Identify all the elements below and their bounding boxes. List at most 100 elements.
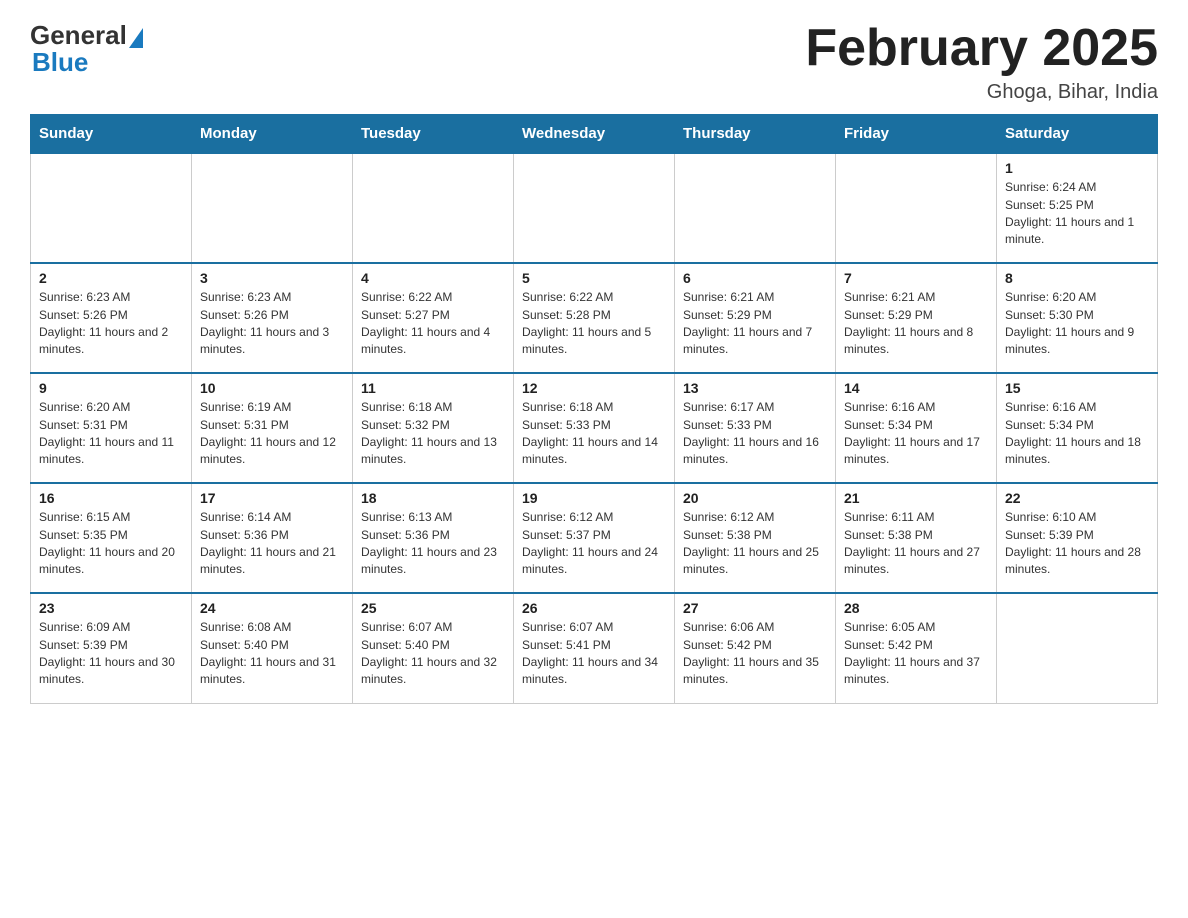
- day-info: Sunrise: 6:14 AM Sunset: 5:36 PM Dayligh…: [200, 509, 344, 579]
- header-thursday: Thursday: [675, 115, 836, 154]
- day-number: 15: [1005, 380, 1149, 396]
- day-info: Sunrise: 6:20 AM Sunset: 5:30 PM Dayligh…: [1005, 289, 1149, 359]
- table-row: 10 Sunrise: 6:19 AM Sunset: 5:31 PM Dayli…: [192, 373, 353, 483]
- table-row: 21 Sunrise: 6:11 AM Sunset: 5:38 PM Dayli…: [836, 483, 997, 593]
- table-row: 20Sunrise: 6:12 AM Sunset: 5:38 PM Dayli…: [675, 483, 836, 593]
- day-info: Sunrise: 6:17 AM Sunset: 5:33 PM Dayligh…: [683, 399, 827, 469]
- day-info: Sunrise: 6:16 AM Sunset: 5:34 PM Dayligh…: [1005, 399, 1149, 469]
- calendar-week-row: 2 Sunrise: 6:23 AM Sunset: 5:26 PM Daylig…: [31, 263, 1158, 373]
- day-info: Sunrise: 6:18 AM Sunset: 5:32 PM Dayligh…: [361, 399, 505, 469]
- location-label: Ghoga, Bihar, India: [805, 81, 1158, 104]
- day-number: 4: [361, 270, 505, 286]
- table-row: 8Sunrise: 6:20 AM Sunset: 5:30 PM Daylig…: [997, 263, 1158, 373]
- day-info: Sunrise: 6:21 AM Sunset: 5:29 PM Dayligh…: [683, 289, 827, 359]
- day-info: Sunrise: 6:22 AM Sunset: 5:28 PM Dayligh…: [522, 289, 666, 359]
- day-number: 2: [39, 270, 183, 286]
- table-row: [31, 153, 192, 263]
- day-info: Sunrise: 6:07 AM Sunset: 5:41 PM Dayligh…: [522, 619, 666, 689]
- table-row: 28 Sunrise: 6:05 AM Sunset: 5:42 PM Dayli…: [836, 593, 997, 703]
- day-number: 5: [522, 270, 666, 286]
- day-info: Sunrise: 6:15 AM Sunset: 5:35 PM Dayligh…: [39, 509, 183, 579]
- table-row: 17 Sunrise: 6:14 AM Sunset: 5:36 PM Dayli…: [192, 483, 353, 593]
- day-info: Sunrise: 6:22 AM Sunset: 5:27 PM Dayligh…: [361, 289, 505, 359]
- day-info: Sunrise: 6:06 AM Sunset: 5:42 PM Dayligh…: [683, 619, 827, 689]
- logo-blue-text: Blue: [30, 47, 88, 78]
- day-number: 17: [200, 490, 344, 506]
- title-area: February 2025 Ghoga, Bihar, India: [805, 20, 1158, 104]
- table-row: 11 Sunrise: 6:18 AM Sunset: 5:32 PM Dayli…: [353, 373, 514, 483]
- logo: General Blue: [30, 20, 143, 78]
- table-row: [192, 153, 353, 263]
- table-row: 24 Sunrise: 6:08 AM Sunset: 5:40 PM Dayli…: [192, 593, 353, 703]
- table-row: [675, 153, 836, 263]
- day-number: 7: [844, 270, 988, 286]
- day-info: Sunrise: 6:07 AM Sunset: 5:40 PM Dayligh…: [361, 619, 505, 689]
- table-row: 13 Sunrise: 6:17 AM Sunset: 5:33 PM Dayli…: [675, 373, 836, 483]
- table-row: 16Sunrise: 6:15 AM Sunset: 5:35 PM Dayli…: [31, 483, 192, 593]
- table-row: 23 Sunrise: 6:09 AM Sunset: 5:39 PM Dayli…: [31, 593, 192, 703]
- day-number: 18: [361, 490, 505, 506]
- calendar-week-row: 23 Sunrise: 6:09 AM Sunset: 5:39 PM Dayli…: [31, 593, 1158, 703]
- day-info: Sunrise: 6:08 AM Sunset: 5:40 PM Dayligh…: [200, 619, 344, 689]
- table-row: 15 Sunrise: 6:16 AM Sunset: 5:34 PM Dayli…: [997, 373, 1158, 483]
- day-info: Sunrise: 6:11 AM Sunset: 5:38 PM Dayligh…: [844, 509, 988, 579]
- header-wednesday: Wednesday: [514, 115, 675, 154]
- day-info: Sunrise: 6:18 AM Sunset: 5:33 PM Dayligh…: [522, 399, 666, 469]
- day-number: 13: [683, 380, 827, 396]
- table-row: 25 Sunrise: 6:07 AM Sunset: 5:40 PM Dayli…: [353, 593, 514, 703]
- calendar-title: February 2025: [805, 20, 1158, 77]
- table-row: 4 Sunrise: 6:22 AM Sunset: 5:27 PM Daylig…: [353, 263, 514, 373]
- day-number: 22: [1005, 490, 1149, 506]
- day-number: 26: [522, 600, 666, 616]
- header-sunday: Sunday: [31, 115, 192, 154]
- table-row: [997, 593, 1158, 703]
- table-row: 6 Sunrise: 6:21 AM Sunset: 5:29 PM Daylig…: [675, 263, 836, 373]
- header-friday: Friday: [836, 115, 997, 154]
- day-number: 24: [200, 600, 344, 616]
- day-info: Sunrise: 6:12 AM Sunset: 5:38 PM Dayligh…: [683, 509, 827, 579]
- day-number: 6: [683, 270, 827, 286]
- table-row: 19 Sunrise: 6:12 AM Sunset: 5:37 PM Dayli…: [514, 483, 675, 593]
- day-number: 11: [361, 380, 505, 396]
- table-row: 26 Sunrise: 6:07 AM Sunset: 5:41 PM Dayli…: [514, 593, 675, 703]
- day-info: Sunrise: 6:23 AM Sunset: 5:26 PM Dayligh…: [200, 289, 344, 359]
- calendar-week-row: 16Sunrise: 6:15 AM Sunset: 5:35 PM Dayli…: [31, 483, 1158, 593]
- page-header: General Blue February 2025 Ghoga, Bihar,…: [30, 20, 1158, 104]
- header-tuesday: Tuesday: [353, 115, 514, 154]
- logo-triangle-icon: [129, 28, 143, 48]
- day-number: 25: [361, 600, 505, 616]
- day-number: 12: [522, 380, 666, 396]
- day-info: Sunrise: 6:21 AM Sunset: 5:29 PM Dayligh…: [844, 289, 988, 359]
- day-number: 14: [844, 380, 988, 396]
- table-row: 18Sunrise: 6:13 AM Sunset: 5:36 PM Dayli…: [353, 483, 514, 593]
- day-info: Sunrise: 6:23 AM Sunset: 5:26 PM Dayligh…: [39, 289, 183, 359]
- table-row: 1Sunrise: 6:24 AM Sunset: 5:25 PM Daylig…: [997, 153, 1158, 263]
- day-info: Sunrise: 6:12 AM Sunset: 5:37 PM Dayligh…: [522, 509, 666, 579]
- day-number: 19: [522, 490, 666, 506]
- day-number: 10: [200, 380, 344, 396]
- weekday-header-row: Sunday Monday Tuesday Wednesday Thursday…: [31, 115, 1158, 154]
- table-row: 27 Sunrise: 6:06 AM Sunset: 5:42 PM Dayli…: [675, 593, 836, 703]
- table-row: 22 Sunrise: 6:10 AM Sunset: 5:39 PM Dayli…: [997, 483, 1158, 593]
- table-row: [353, 153, 514, 263]
- day-info: Sunrise: 6:10 AM Sunset: 5:39 PM Dayligh…: [1005, 509, 1149, 579]
- header-saturday: Saturday: [997, 115, 1158, 154]
- table-row: 14 Sunrise: 6:16 AM Sunset: 5:34 PM Dayli…: [836, 373, 997, 483]
- day-number: 28: [844, 600, 988, 616]
- table-row: 2 Sunrise: 6:23 AM Sunset: 5:26 PM Daylig…: [31, 263, 192, 373]
- day-info: Sunrise: 6:19 AM Sunset: 5:31 PM Dayligh…: [200, 399, 344, 469]
- table-row: 7 Sunrise: 6:21 AM Sunset: 5:29 PM Daylig…: [836, 263, 997, 373]
- day-number: 1: [1005, 160, 1149, 176]
- day-info: Sunrise: 6:16 AM Sunset: 5:34 PM Dayligh…: [844, 399, 988, 469]
- day-number: 3: [200, 270, 344, 286]
- table-row: 5 Sunrise: 6:22 AM Sunset: 5:28 PM Daylig…: [514, 263, 675, 373]
- day-number: 23: [39, 600, 183, 616]
- day-info: Sunrise: 6:09 AM Sunset: 5:39 PM Dayligh…: [39, 619, 183, 689]
- day-info: Sunrise: 6:05 AM Sunset: 5:42 PM Dayligh…: [844, 619, 988, 689]
- day-number: 21: [844, 490, 988, 506]
- table-row: [514, 153, 675, 263]
- day-number: 9: [39, 380, 183, 396]
- calendar-week-row: 1Sunrise: 6:24 AM Sunset: 5:25 PM Daylig…: [31, 153, 1158, 263]
- table-row: 3 Sunrise: 6:23 AM Sunset: 5:26 PM Daylig…: [192, 263, 353, 373]
- day-number: 27: [683, 600, 827, 616]
